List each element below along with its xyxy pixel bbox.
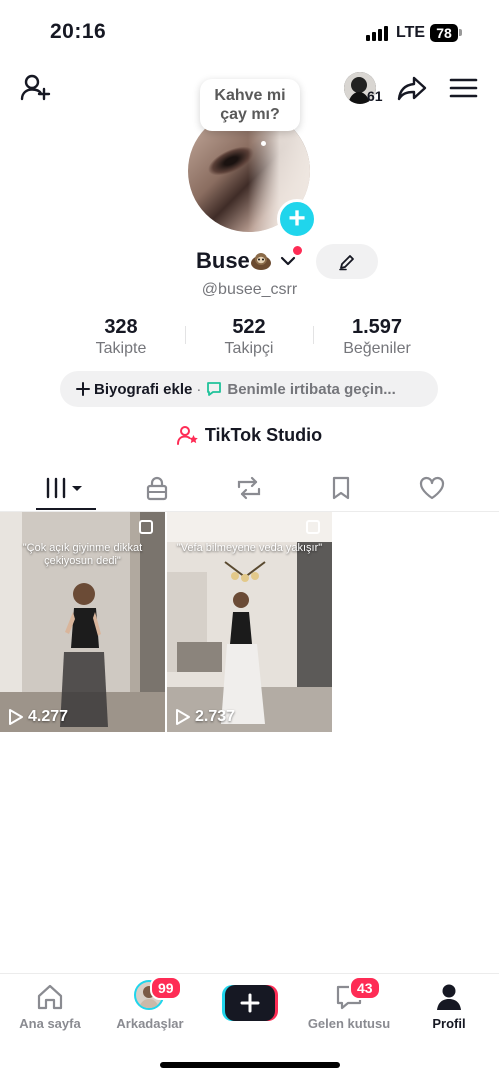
plus-icon xyxy=(240,993,260,1013)
view-count: 2.737 xyxy=(195,708,236,725)
plus-icon: + xyxy=(288,202,306,235)
video-caption: "Vefa bilmeyene veda yakışır" xyxy=(176,542,323,554)
status-time: 20:16 xyxy=(50,20,107,43)
notification-dot xyxy=(293,246,302,255)
play-count: 4.277 xyxy=(8,708,68,726)
view-count: 4.277 xyxy=(28,708,69,725)
video-thumbnail[interactable]: "Vefa bilmeyene veda yakışır" 2.737 xyxy=(167,512,332,732)
note-bubble-tail xyxy=(261,141,266,146)
lock-icon xyxy=(146,476,168,501)
profile-icon xyxy=(437,984,461,1010)
nav-friends[interactable]: 99 Arkadaşlar xyxy=(100,976,200,1036)
nav-profile-label: Profil xyxy=(432,1016,466,1031)
play-count: 2.737 xyxy=(175,708,235,726)
friends-count: 61 xyxy=(367,88,383,104)
add-story-button[interactable]: + xyxy=(277,199,317,239)
studio-label: TikTok Studio xyxy=(204,424,323,445)
play-icon xyxy=(176,709,190,725)
active-tab-indicator xyxy=(36,508,96,510)
repost-icon xyxy=(237,476,261,500)
chat-icon xyxy=(207,382,222,396)
nav-home[interactable]: Ana sayfa xyxy=(0,980,100,1036)
display-name[interactable]: Buse xyxy=(196,248,272,274)
battery-icon xyxy=(459,29,462,36)
studio-user-star-icon xyxy=(176,426,198,445)
followers-count: 522 xyxy=(232,316,266,338)
tab-private[interactable] xyxy=(113,468,201,508)
likes-stat[interactable]: 1.597 Beğeniler xyxy=(312,316,442,358)
multi-clip-icon xyxy=(139,520,153,534)
video-thumbnail[interactable]: "Çok açık giyinme dikkat çekiyosun dedi"… xyxy=(0,512,165,732)
friends-badge: 99 xyxy=(150,976,182,1000)
inbox-badge: 43 xyxy=(349,976,381,1000)
tab-saved[interactable] xyxy=(297,468,385,508)
nav-home-label: Ana sayfa xyxy=(19,1016,81,1031)
bio-bar[interactable]: Biyografi ekle · Benimle irtibata geçin.… xyxy=(60,371,438,407)
tab-reposts[interactable] xyxy=(205,468,293,508)
likes-label: Beğeniler xyxy=(343,340,411,357)
add-friend-icon[interactable] xyxy=(20,72,52,104)
home-indicator xyxy=(160,1062,340,1068)
edit-profile-button[interactable] xyxy=(316,244,378,279)
nav-inbox-label: Gelen kutusu xyxy=(307,1016,391,1031)
video-caption: "Çok açık giyinme dikkat çekiyosun dedi" xyxy=(22,542,143,567)
pencil-icon xyxy=(339,254,354,270)
heart-icon xyxy=(419,476,445,500)
bio-separator: · xyxy=(196,380,202,398)
contact-label[interactable]: Benimle irtibata geçin... xyxy=(227,381,395,398)
nav-inbox[interactable]: 43 Gelen kutusu xyxy=(299,976,399,1036)
bookmark-icon xyxy=(332,476,350,500)
following-stat[interactable]: 328 Takipte xyxy=(56,316,186,358)
share-icon[interactable] xyxy=(396,72,428,104)
grid-icon xyxy=(46,477,82,499)
multi-clip-icon xyxy=(306,520,320,534)
tiktok-studio-link[interactable]: TikTok Studio xyxy=(0,424,499,446)
home-icon xyxy=(37,984,63,1010)
username: @busee_csrr xyxy=(201,281,298,298)
note-text: Kahve mi çay mı? xyxy=(214,87,286,123)
tab-videos[interactable] xyxy=(22,468,110,508)
nav-friends-label: Arkadaşlar xyxy=(116,1016,184,1031)
note-bubble[interactable]: Kahve mi çay mı? xyxy=(200,79,300,131)
chevron-down-icon[interactable] xyxy=(280,253,296,269)
battery-level: 78 xyxy=(430,24,458,42)
sloth-emoji-icon xyxy=(250,250,272,270)
play-icon xyxy=(9,709,23,725)
menu-icon[interactable] xyxy=(448,72,480,104)
plus-icon xyxy=(76,382,90,396)
following-label: Takipte xyxy=(95,340,147,357)
create-button[interactable] xyxy=(222,985,278,1021)
likes-count: 1.597 xyxy=(351,316,403,338)
tab-liked[interactable] xyxy=(388,468,476,508)
followers-label: Takipçi xyxy=(224,340,274,357)
nav-divider xyxy=(0,973,499,974)
display-name-text: Buse xyxy=(196,248,250,273)
nav-profile[interactable]: Profil xyxy=(399,980,499,1036)
following-count: 328 xyxy=(104,316,138,338)
followers-stat[interactable]: 522 Takipçi xyxy=(184,316,314,358)
network-label: LTE xyxy=(396,24,426,41)
signal-icon xyxy=(366,26,388,41)
add-bio-label[interactable]: Biyografi ekle xyxy=(94,381,192,398)
